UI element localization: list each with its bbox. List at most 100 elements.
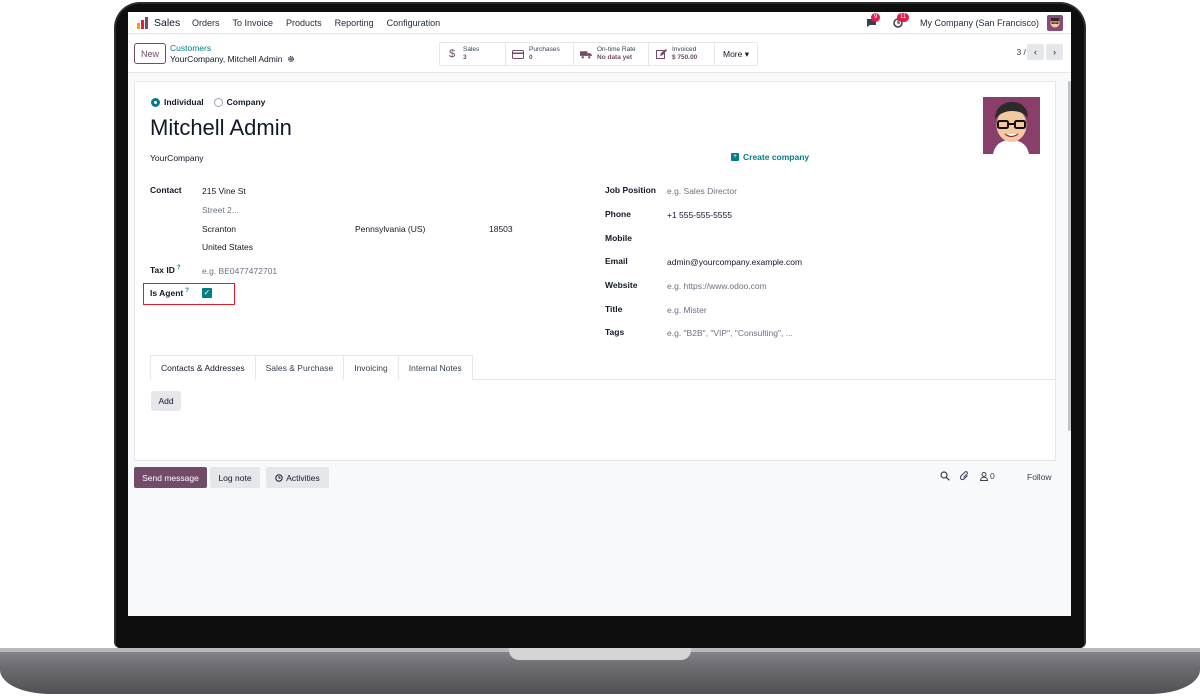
add-contact-button[interactable]: Add — [151, 391, 181, 411]
user-face-icon — [1050, 18, 1060, 28]
followers-count: 0 — [990, 471, 995, 481]
navbar-systray: 9 11 My Company (San Francisco) — [862, 12, 1071, 34]
street-field[interactable]: 215 Vine St — [202, 186, 246, 196]
breadcrumb-customers[interactable]: Customers — [170, 43, 211, 53]
contact-label: Contact — [150, 185, 182, 195]
more-dropdown[interactable]: More ▾ — [715, 43, 757, 65]
smart-button-invoiced[interactable]: Invoiced $ 750.00 — [649, 43, 715, 65]
pencil-square-icon — [655, 48, 667, 60]
job-position-field[interactable]: e.g. Sales Director — [667, 186, 737, 196]
pager-next-button[interactable]: › — [1046, 44, 1063, 60]
partner-avatar[interactable] — [983, 97, 1040, 154]
followers-button[interactable]: 0 — [980, 471, 995, 481]
phone-field[interactable]: +1 555-555-5555 — [667, 210, 732, 220]
scrollbar[interactable] — [1068, 81, 1071, 431]
tab-contacts-addresses[interactable]: Contacts & Addresses — [150, 355, 256, 380]
chevron-right-icon: › — [1053, 47, 1056, 57]
app-logo-icon[interactable] — [136, 16, 150, 30]
zip-field[interactable]: 18503 — [489, 224, 513, 234]
app-name[interactable]: Sales — [154, 17, 180, 29]
checkmark-icon: ✓ — [203, 288, 211, 297]
tax-id-label: Tax ID? — [150, 265, 181, 275]
send-message-button[interactable]: Send message — [134, 467, 207, 488]
partner-name-field[interactable]: Mitchell Admin — [150, 115, 292, 141]
breadcrumb-current: YourCompany, Mitchell Admin — [170, 54, 295, 64]
chevron-left-icon: ‹ — [1034, 47, 1037, 57]
truck-icon — [580, 48, 592, 60]
is-agent-checkbox[interactable]: ✓ — [202, 288, 212, 298]
title-label: Title — [605, 304, 623, 314]
chatter-toolbar: Send message Log note Activities 0 Follo… — [134, 467, 1056, 489]
company-type-selector: Individual Company — [151, 97, 265, 107]
search-icon[interactable] — [940, 471, 950, 481]
clock-icon — [275, 473, 283, 482]
email-field[interactable]: admin@yourcompany.example.com — [667, 257, 802, 267]
city-field[interactable]: Scranton — [202, 224, 236, 234]
smart-button-purchases[interactable]: Purchases 0 — [506, 43, 574, 65]
activities-button[interactable]: Activities — [266, 467, 329, 488]
smart-buttons: $ Sales 3 Purchases 0 On-time Rate No da… — [439, 42, 758, 66]
follow-button[interactable]: Follow — [1027, 472, 1052, 482]
smart-button-label: On-time Rate — [597, 46, 636, 53]
phone-label: Phone — [605, 209, 631, 219]
messages-badge: 9 — [870, 13, 881, 22]
create-company-button[interactable]: + Create company — [731, 152, 809, 162]
help-tooltip-icon[interactable]: ? — [177, 265, 181, 271]
job-position-label: Job Position — [605, 185, 656, 195]
smart-button-value: $ 750.00 — [672, 54, 698, 61]
messages-button[interactable]: 9 — [862, 13, 882, 31]
tab-sales-purchase[interactable]: Sales & Purchase — [254, 355, 345, 380]
control-panel: New Customers YourCompany, Mitchell Admi… — [128, 35, 1071, 73]
main-menu: Orders To Invoice Products Reporting Con… — [192, 18, 440, 28]
radio-company[interactable] — [213, 97, 223, 107]
tax-id-label-text: Tax ID — [150, 265, 175, 275]
tax-id-field[interactable]: e.g. BE0477472701 — [202, 266, 277, 276]
radio-company-label[interactable]: Company — [227, 97, 266, 107]
country-field[interactable]: United States — [202, 242, 253, 252]
tags-field[interactable]: e.g. "B2B", "VIP", "Consulting", ... — [667, 328, 793, 338]
smart-button-value: No data yet — [597, 54, 633, 61]
menu-configuration[interactable]: Configuration — [387, 18, 441, 28]
smart-button-label: Purchases — [529, 46, 560, 53]
street2-field[interactable]: Street 2... — [202, 205, 239, 215]
website-label: Website — [605, 280, 638, 290]
menu-to-invoice[interactable]: To Invoice — [233, 18, 274, 28]
log-note-button[interactable]: Log note — [210, 467, 260, 488]
mobile-label: Mobile — [605, 233, 632, 243]
tab-invoicing[interactable]: Invoicing — [343, 355, 399, 380]
company-switcher[interactable]: My Company (San Francisco) — [920, 18, 1039, 28]
help-tooltip-icon[interactable]: ? — [185, 288, 189, 294]
laptop-notch — [509, 648, 691, 660]
user-avatar[interactable] — [1047, 15, 1063, 31]
activities-button[interactable]: 11 — [888, 13, 910, 31]
is-agent-label-text: Is Agent — [150, 288, 184, 298]
paperclip-icon[interactable] — [960, 471, 970, 481]
smart-button-value: 0 — [529, 54, 533, 61]
website-field[interactable]: e.g. https://www.odoo.com — [667, 281, 767, 291]
email-label: Email — [605, 256, 628, 266]
top-navbar: Sales Orders To Invoice Products Reporti… — [128, 12, 1071, 34]
user-icon — [980, 471, 988, 481]
plus-square-icon: + — [731, 153, 739, 161]
pager-previous-button[interactable]: ‹ — [1027, 44, 1044, 60]
tab-internal-notes[interactable]: Internal Notes — [397, 355, 473, 380]
new-button[interactable]: New — [134, 43, 166, 64]
menu-orders[interactable]: Orders — [192, 18, 220, 28]
activities-badge: 11 — [896, 13, 910, 22]
title-field[interactable]: e.g. Mister — [667, 305, 707, 315]
create-company-label: Create company — [743, 152, 810, 162]
radio-individual-label[interactable]: Individual — [164, 97, 204, 107]
activities-label: Activities — [286, 472, 320, 483]
state-field[interactable]: Pennsylvania (US) — [355, 224, 425, 234]
screen: Sales Orders To Invoice Products Reporti… — [128, 12, 1071, 616]
smart-button-ontime-rate[interactable]: On-time Rate No data yet — [574, 43, 649, 65]
smart-button-sales[interactable]: $ Sales 3 — [440, 43, 506, 65]
gear-icon[interactable] — [287, 55, 295, 63]
parent-company-field[interactable]: YourCompany — [150, 153, 204, 163]
form-sheet: Individual Company Mitchell Admin YourCo… — [134, 81, 1056, 461]
menu-reporting[interactable]: Reporting — [335, 18, 374, 28]
breadcrumb-current-label: YourCompany, Mitchell Admin — [170, 54, 283, 64]
avatar-illustration-icon — [983, 97, 1040, 154]
radio-individual[interactable] — [151, 97, 160, 107]
menu-products[interactable]: Products — [286, 18, 322, 28]
